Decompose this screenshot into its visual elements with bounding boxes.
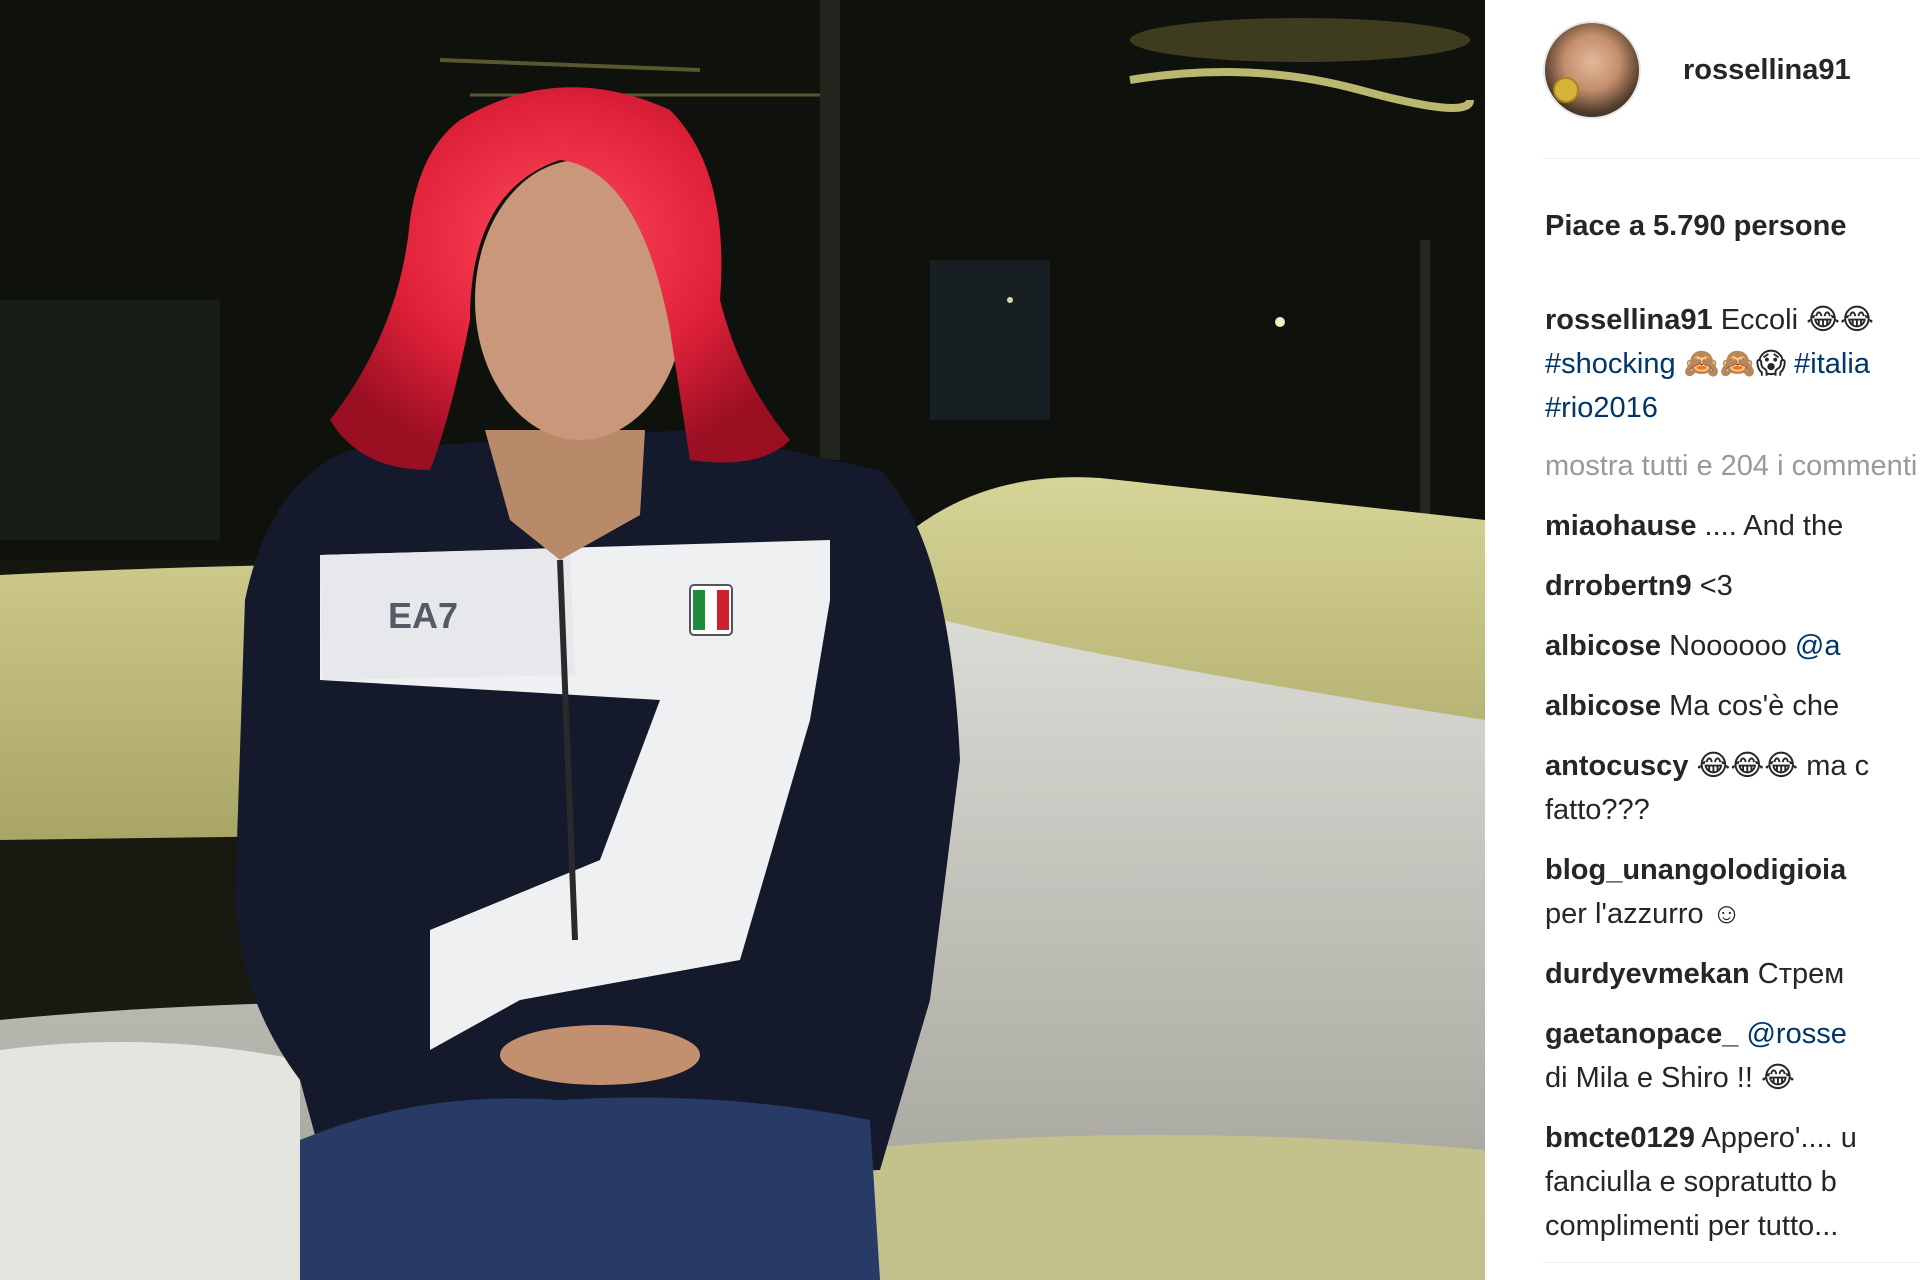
comment-text: 😂😂😂 ma c [1688,750,1870,782]
comment-text: Noooooo [1661,630,1795,662]
comment-item: albicose Ma cos'è che [1545,684,1920,728]
comment-text-line: di Mila e Shiro !! 😂 [1545,1062,1795,1094]
comment-item: miaohause .... And the [1545,504,1920,548]
comment-username[interactable]: antocuscy [1545,750,1688,782]
post-author-username[interactable]: rossellina91 [1683,54,1851,87]
comment-username[interactable]: albicose [1545,690,1661,722]
comment-text: Стрем [1749,958,1845,990]
hashtag-italia[interactable]: #italia [1794,348,1870,380]
photo-illustration: EA7 [0,0,1485,1280]
comment-mention[interactable]: @rosse [1746,1018,1846,1050]
comment-item: bmcte0129 Appero'.... u fanciulla e sopr… [1545,1116,1920,1248]
comment-text-line: per l'azzurro ☺ [1545,898,1742,930]
comment-text-line: complimenti per tutto... [1545,1210,1839,1242]
comment-username[interactable]: albicose [1545,630,1661,662]
comment-username[interactable]: bmcte0129 [1545,1122,1695,1154]
post-caption: rossellina91 Eccoli 😂😂 #shocking 🙈🙈😱 #it… [1545,298,1920,430]
comment-username[interactable]: blog_unangolodigioia [1545,854,1846,886]
comment-text-line: fatto??? [1545,794,1650,826]
comment-item: drrobertn9 <3 [1545,564,1920,608]
jacket-logo: EA7 [388,595,458,636]
comment-item: blog_unangolodigioia per l'azzurro ☺ [1545,848,1920,936]
comment-item: gaetanopace_ @rosse di Mila e Shiro !! 😂 [1545,1012,1920,1100]
comment-item: albicose Noooooo @a [1545,624,1920,668]
bottom-divider [1543,1262,1920,1263]
comment-username[interactable]: durdyevmekan [1545,958,1750,990]
comment-text-line: fanciulla e sopratutto b [1545,1166,1837,1198]
avatar[interactable] [1543,21,1641,119]
comments-section: rossellina91 Eccoli 😂😂 #shocking 🙈🙈😱 #it… [1545,298,1920,1264]
comment-text: <3 [1691,570,1733,602]
medal-icon [1553,77,1579,103]
comment-mention[interactable]: @a [1795,630,1841,662]
caption-text: Eccoli 😂😂 [1712,304,1874,336]
comment-username[interactable]: miaohause [1545,510,1697,542]
header-divider [1543,158,1920,159]
post-header: rossellina91 [1543,20,1920,120]
likes-count[interactable]: Piace a 5.790 persone [1545,210,1846,243]
comment-item: durdyevmekan Стрем [1545,952,1920,996]
comment-text: Appero'.... u [1694,1122,1857,1154]
caption-username[interactable]: rossellina91 [1545,304,1713,336]
comment-text: .... And the [1696,510,1844,542]
comment-username[interactable]: drrobertn9 [1545,570,1692,602]
hashtag-shocking[interactable]: #shocking [1545,348,1676,380]
comment-item: antocuscy 😂😂😂 ma c fatto??? [1545,744,1920,832]
caption-emoji: 🙈🙈😱 [1675,348,1795,380]
hashtag-rio2016[interactable]: #rio2016 [1545,392,1658,424]
post-photo[interactable]: EA7 [0,0,1485,1280]
view-all-comments-link[interactable]: mostra tutti e 204 i commenti [1545,444,1920,488]
comment-username[interactable]: gaetanopace_ [1545,1018,1738,1050]
comment-text: Ma cos'è che [1661,690,1840,722]
post-sidebar: rossellina91 Piace a 5.790 persone rosse… [1485,0,1920,1280]
